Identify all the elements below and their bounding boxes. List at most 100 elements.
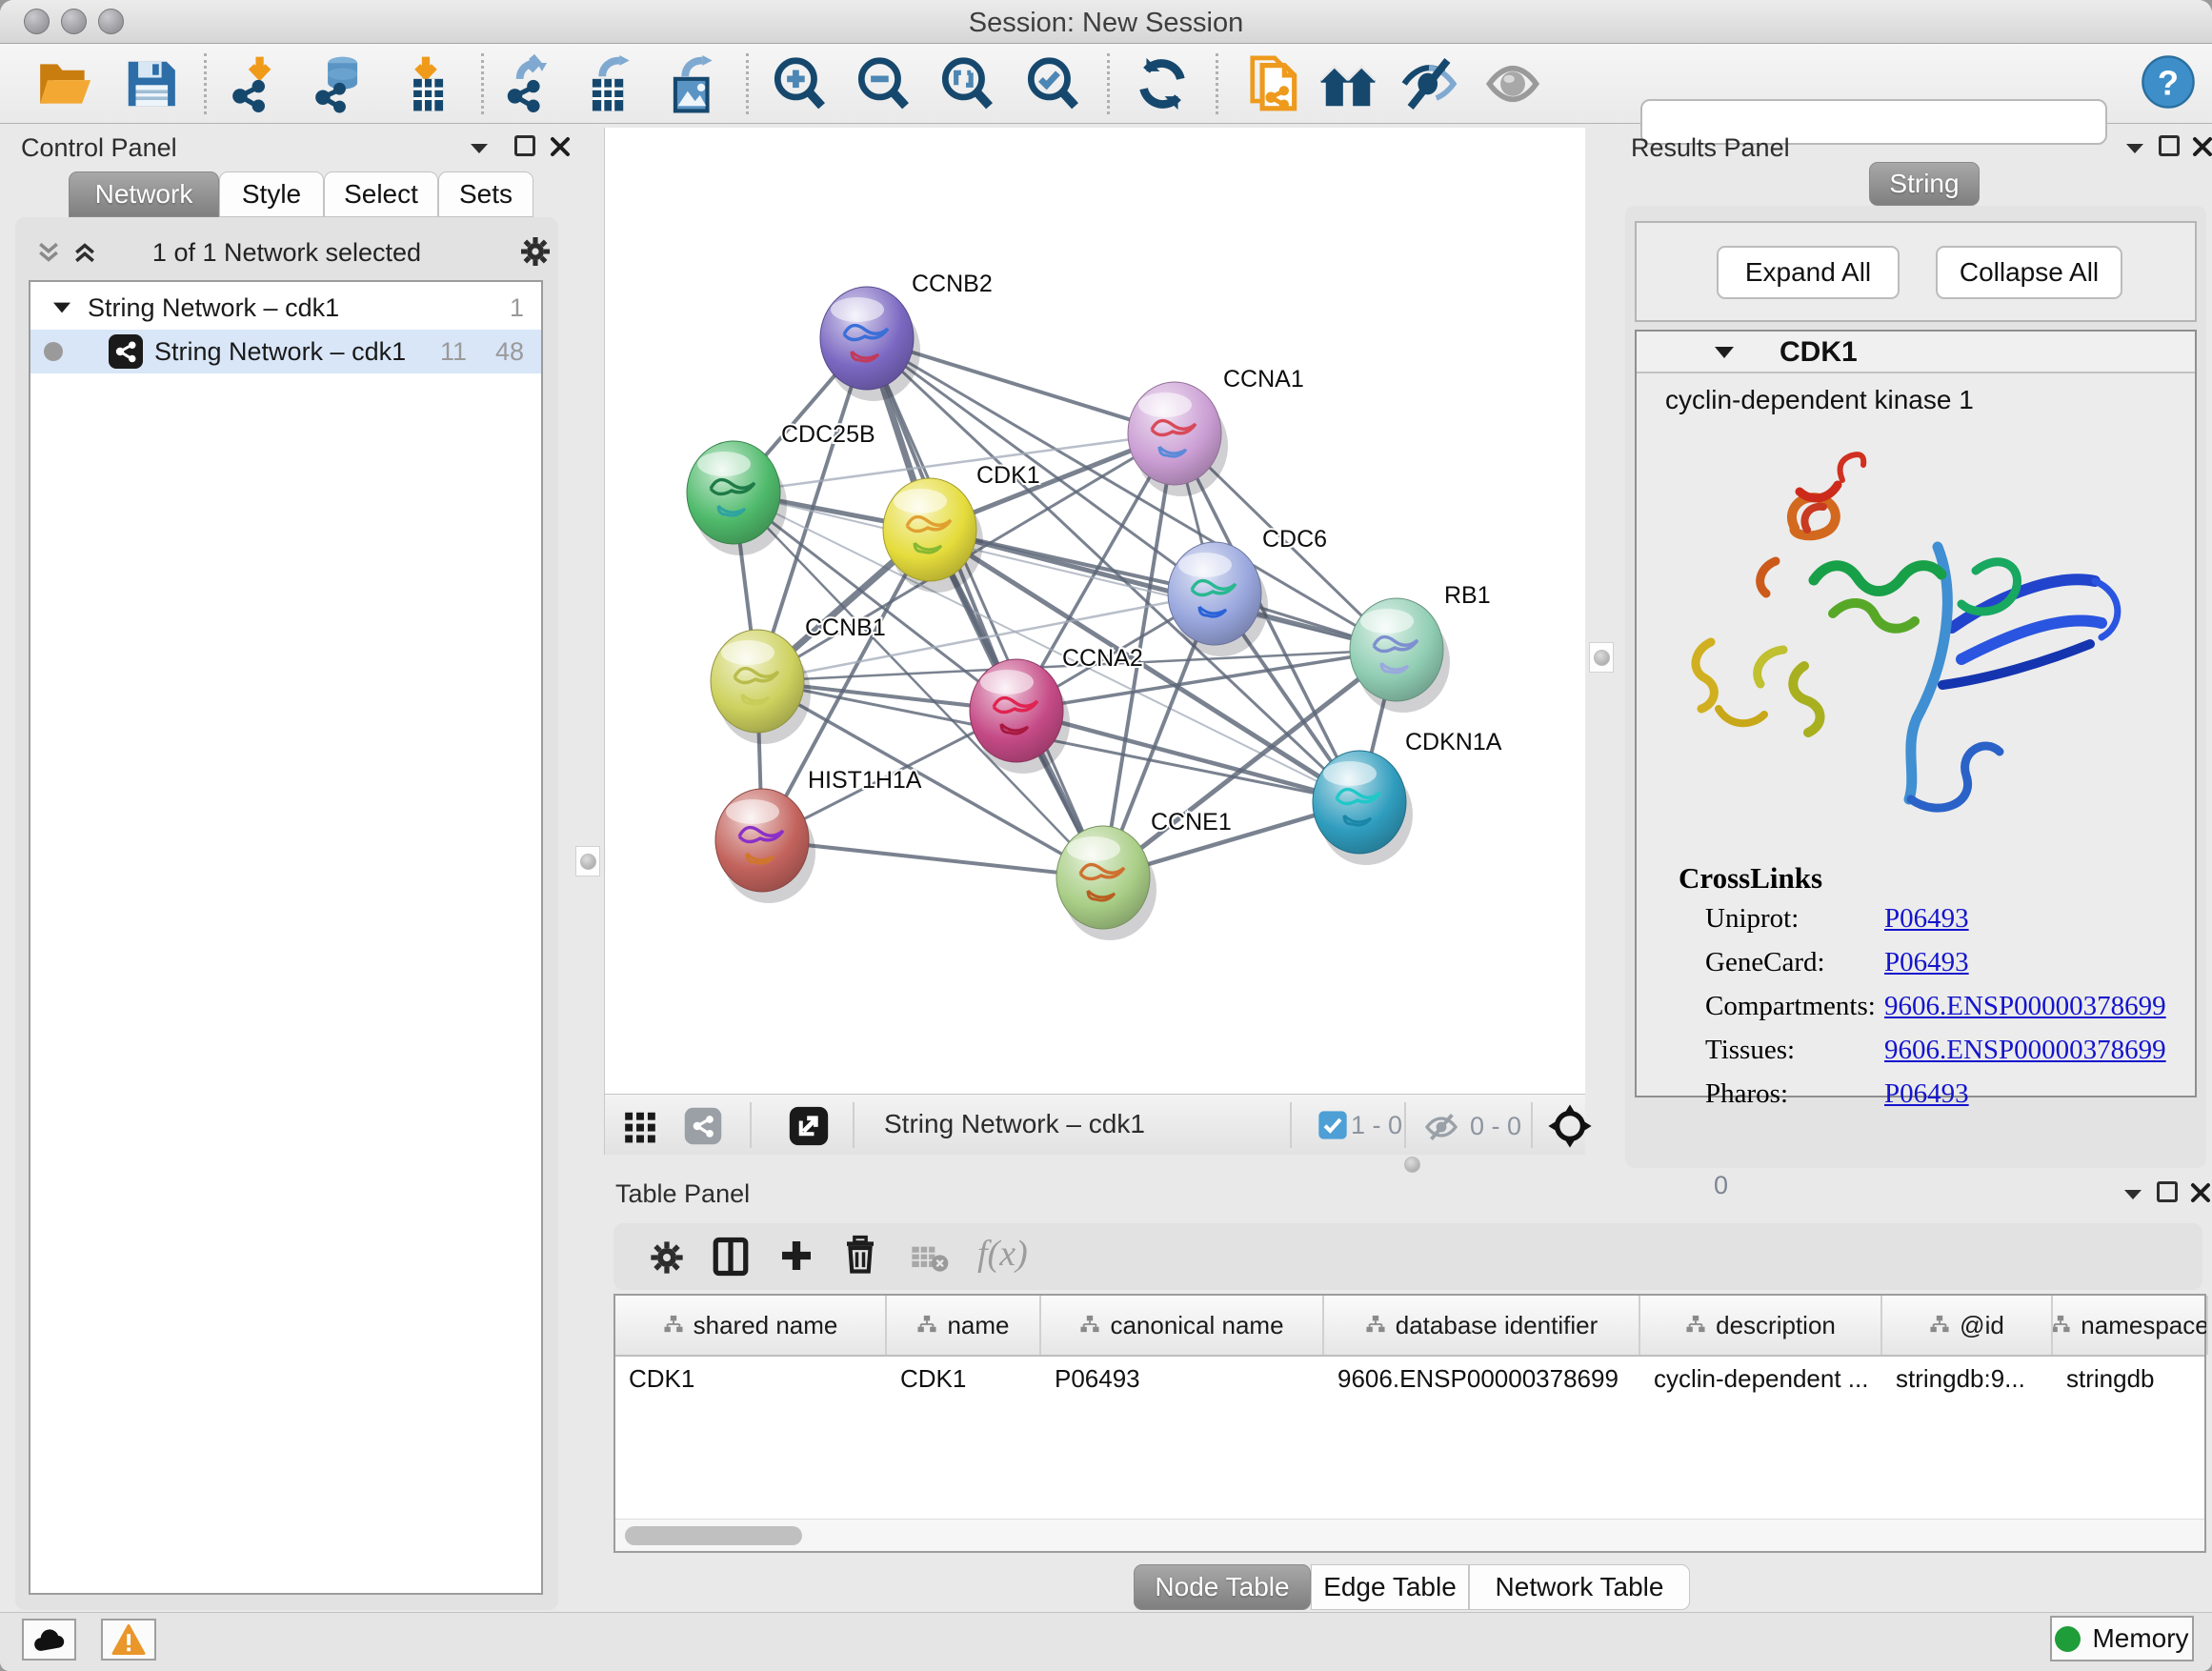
tab-edge-table[interactable]: Edge Table [1311, 1564, 1469, 1610]
tab-style[interactable]: Style [219, 171, 324, 217]
table-gear-icon[interactable] [648, 1238, 686, 1281]
column-header-name[interactable]: name [887, 1296, 1041, 1355]
horizontal-splitter-handle[interactable] [1404, 1157, 1420, 1173]
network-node-ccnb1[interactable]: CCNB1 [711, 614, 886, 744]
network-node-cdkn1a[interactable]: CDKN1A [1313, 729, 1502, 865]
network-options-gear-icon[interactable] [518, 234, 553, 273]
left-splitter-handle[interactable] [575, 846, 600, 876]
select-columns-icon[interactable] [711, 1237, 751, 1281]
tab-network[interactable]: Network [69, 171, 219, 217]
crosslink-link[interactable]: P06493 [1884, 947, 1969, 978]
network-share-icon[interactable] [683, 1106, 723, 1151]
table-cell[interactable]: stringdb [2053, 1357, 2208, 1402]
delete-column-trash-icon[interactable] [840, 1235, 880, 1279]
protein-section-header[interactable]: CDK1 [1637, 332, 2195, 373]
zoom-out-icon[interactable] [853, 54, 912, 113]
refresh-icon[interactable] [1133, 54, 1192, 113]
table-cell[interactable]: cyclin-dependent ... [1640, 1357, 1882, 1402]
float-panel-icon[interactable] [2157, 1181, 2178, 1202]
results-panel: Results Panel String Expand All Collapse… [1619, 128, 2212, 1176]
table-header-row[interactable]: shared namenamecanonical namedatabase id… [615, 1296, 2204, 1357]
close-panel-icon[interactable] [2189, 1181, 2212, 1209]
memory-button[interactable]: Memory [2050, 1616, 2194, 1661]
network-node-hist1h1a[interactable]: HIST1H1A [715, 767, 922, 903]
tab-select[interactable]: Select [324, 171, 438, 217]
network-row-selected[interactable]: String Network – cdk1 11 48 [30, 330, 541, 373]
import-network-file-icon[interactable] [228, 54, 287, 113]
column-type-icon [1685, 1311, 1706, 1340]
help-icon[interactable]: ? [2141, 54, 2200, 113]
collection-expand-icon[interactable] [51, 293, 72, 323]
protein-description: cyclin-dependent kinase 1 [1665, 385, 1974, 415]
table-cell[interactable]: stringdb:9... [1882, 1357, 2053, 1402]
add-column-icon[interactable] [777, 1237, 815, 1279]
network-node-cdc25b[interactable]: CDC25B [687, 421, 875, 555]
main-toolbar: ? [0, 44, 2212, 124]
import-network-database-icon[interactable] [311, 54, 370, 113]
crosslink-link[interactable]: P06493 [1884, 903, 1969, 935]
table-cell[interactable]: CDK1 [887, 1357, 1041, 1402]
network-node-cdc6[interactable]: CDC6 [1168, 526, 1327, 656]
network-node-rb1[interactable]: RB1 [1350, 582, 1491, 713]
panel-menu-icon[interactable] [2121, 1183, 2145, 1209]
cloud-status-button[interactable] [22, 1619, 76, 1661]
crosslink-link[interactable]: 9606.ENSP00000378699 [1884, 991, 2166, 1022]
export-image-icon[interactable] [663, 54, 722, 113]
column-header-databaseidentifier[interactable]: database identifier [1324, 1296, 1640, 1355]
column-header-description[interactable]: description [1640, 1296, 1882, 1355]
string-home-icon[interactable] [1318, 54, 1377, 113]
network-node-ccna1[interactable]: CCNA1 [1128, 366, 1304, 496]
crosslink-link[interactable]: P06493 [1884, 1078, 1969, 1110]
export-network-icon[interactable] [500, 54, 559, 113]
collapse-all-button[interactable]: Collapse All [1936, 246, 2122, 299]
fit-crosshair-icon[interactable] [1548, 1104, 1592, 1153]
popout-view-icon[interactable] [788, 1105, 830, 1152]
results-panel-title: Results Panel [1631, 133, 1790, 163]
network-canvas[interactable]: CCNB2CCNA1CDC25BCDK1CDC6RB1CCNB1CCNA2CDK… [604, 128, 1585, 1094]
save-session-icon[interactable] [121, 54, 180, 113]
table-cell[interactable]: CDK1 [615, 1357, 887, 1402]
memory-status-dot [2055, 1626, 2081, 1652]
right-splitter-handle[interactable] [1589, 642, 1614, 673]
node-label: CCNE1 [1151, 809, 1232, 836]
close-panel-icon[interactable] [2191, 135, 2212, 163]
column-header-namespace[interactable]: namespace [2053, 1296, 2208, 1355]
table-row[interactable]: CDK1CDK1P064939606.ENSP00000378699cyclin… [615, 1357, 2204, 1402]
zoom-fit-icon[interactable] [936, 54, 995, 113]
zoom-in-icon[interactable] [769, 54, 828, 113]
network-edge[interactable] [867, 338, 1103, 877]
hide-panel-eye-icon[interactable] [1399, 54, 1458, 113]
birdseye-grid-icon[interactable] [622, 1108, 658, 1149]
tab-sets[interactable]: Sets [438, 171, 533, 217]
table-cell[interactable]: P06493 [1041, 1357, 1324, 1402]
zoom-selected-icon[interactable] [1022, 54, 1081, 113]
import-table-icon[interactable] [396, 54, 455, 113]
warning-status-button[interactable] [101, 1619, 156, 1661]
panel-menu-icon[interactable] [467, 137, 492, 163]
network-collection-row[interactable]: String Network – cdk1 1 [30, 286, 541, 330]
scrollbar-thumb[interactable] [625, 1526, 802, 1545]
share-document-icon[interactable] [1245, 54, 1304, 113]
selected-checkbox-icon[interactable] [1317, 1110, 1348, 1145]
table-cell[interactable]: 9606.ENSP00000378699 [1324, 1357, 1640, 1402]
section-collapse-icon[interactable] [1713, 343, 1736, 367]
crosslink-link[interactable]: 9606.ENSP00000378699 [1884, 1035, 2166, 1066]
toolbar-separator [1290, 1102, 1292, 1148]
export-table-icon[interactable] [580, 54, 639, 113]
float-panel-icon[interactable] [514, 135, 535, 156]
tab-string[interactable]: String [1869, 162, 1980, 206]
column-header-canonicalname[interactable]: canonical name [1041, 1296, 1324, 1355]
close-panel-icon[interactable] [549, 135, 572, 163]
float-panel-icon[interactable] [2159, 135, 2180, 156]
network-node-ccnb2[interactable]: CCNB2 [820, 271, 993, 401]
tab-network-table[interactable]: Network Table [1469, 1564, 1690, 1610]
column-header-sharedname[interactable]: shared name [615, 1296, 887, 1355]
tab-node-table[interactable]: Node Table [1134, 1564, 1311, 1610]
table-horizontal-scrollbar[interactable] [615, 1519, 2204, 1551]
open-session-icon[interactable] [35, 54, 94, 113]
expand-all-button[interactable]: Expand All [1717, 246, 1900, 299]
column-header-id[interactable]: @id [1882, 1296, 2053, 1355]
column-type-icon [663, 1311, 684, 1340]
crosslink-row: Compartments:9606.ENSP00000378699 [1705, 991, 2182, 1022]
panel-menu-icon[interactable] [2122, 137, 2147, 163]
